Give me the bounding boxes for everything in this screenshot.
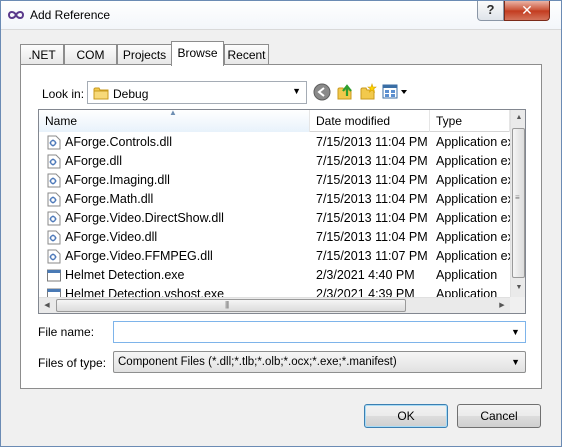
folder-icon: [93, 87, 109, 100]
file-list[interactable]: ▲ Name Date modified Type AForge.Control…: [38, 109, 526, 314]
view-menu-icon[interactable]: [382, 83, 410, 101]
horizontal-scrollbar[interactable]: ◀ ||| ▶: [39, 297, 510, 313]
column-header-type[interactable]: Type: [430, 110, 510, 132]
date-modified-cell: 7/15/2013 11:04 PM: [316, 211, 428, 225]
file-name-cell: AForge.Math.dll: [65, 192, 154, 206]
look-in-label: Look in:: [42, 87, 85, 101]
ok-button[interactable]: OK: [364, 404, 448, 428]
vertical-scrollbar[interactable]: ▲ ≡ ▼: [510, 110, 525, 297]
scroll-left-icon[interactable]: ◀: [39, 298, 55, 313]
type-cell: Application extension: [436, 211, 510, 225]
type-cell: Application: [436, 268, 498, 282]
file-name-input[interactable]: [113, 321, 526, 343]
file-name-cell: AForge.Video.FFMPEG.dll: [65, 249, 213, 263]
type-cell: Application extension: [436, 154, 510, 168]
files-of-type-select[interactable]: Component Files (*.dll;*.tlb;*.olb;*.ocx…: [113, 351, 526, 373]
tab-recent[interactable]: Recent: [224, 44, 269, 65]
list-item[interactable]: AForge.dll 7/15/2013 11:04 PM Application …: [39, 152, 510, 171]
column-header-name[interactable]: ▲ Name: [39, 110, 310, 132]
visual-studio-icon: [8, 11, 24, 19]
scroll-right-icon[interactable]: ▶: [494, 298, 510, 313]
chevron-down-icon[interactable]: ▼: [292, 86, 301, 96]
file-name-cell: AForge.dll: [65, 154, 122, 168]
dll-icon: [47, 154, 61, 169]
list-body: AForge.Controls.dll 7/15/2013 11:04 PM App…: [39, 133, 510, 298]
dll-icon: [47, 173, 61, 188]
file-name-cell: AForge.Video.dll: [65, 230, 158, 244]
scroll-up-icon[interactable]: ▲: [511, 110, 525, 126]
column-header-date-modified[interactable]: Date modified: [310, 110, 430, 132]
look-in-value: Debug: [113, 87, 149, 101]
date-modified-cell: 7/15/2013 11:04 PM: [316, 192, 428, 206]
horizontal-scroll-thumb[interactable]: |||: [56, 299, 406, 312]
file-name-cell: Helmet Detection.exe: [65, 268, 185, 282]
type-cell: Application extension: [436, 249, 510, 263]
look-in-combo[interactable]: Debug ▼: [87, 81, 307, 104]
date-modified-cell: 2/3/2021 4:40 PM: [316, 268, 415, 282]
date-modified-cell: 7/15/2013 11:04 PM: [316, 173, 428, 187]
sort-ascending-icon: ▲: [169, 110, 177, 117]
file-name-label: File name:: [38, 325, 95, 339]
date-modified-cell: 7/15/2013 11:04 PM: [316, 135, 428, 149]
date-modified-cell: 7/15/2013 11:07 PM: [316, 249, 428, 263]
list-item[interactable]: AForge.Video.FFMPEG.dll 7/15/2013 11:07 P…: [39, 247, 510, 266]
file-name-cell: AForge.Imaging.dll: [65, 173, 170, 187]
list-item[interactable]: AForge.Video.DirectShow.dll 7/15/2013 11:…: [39, 209, 510, 228]
dll-icon: [47, 135, 61, 150]
cancel-button[interactable]: Cancel: [457, 404, 541, 428]
file-name-cell: AForge.Controls.dll: [65, 135, 172, 149]
list-item[interactable]: Helmet Detection.exe 2/3/2021 4:40 PM Appl…: [39, 266, 510, 285]
back-icon[interactable]: [313, 83, 331, 101]
tab-projects[interactable]: Projects: [117, 44, 172, 65]
dll-icon: [47, 211, 61, 226]
type-cell: Application extension: [436, 135, 510, 149]
exe-icon: [47, 269, 61, 282]
files-of-type-label: Files of type:: [38, 356, 107, 370]
date-modified-cell: 7/15/2013 11:04 PM: [316, 154, 428, 168]
scroll-corner: [510, 297, 525, 313]
grip-icon: ≡: [515, 193, 520, 202]
dll-icon: [47, 230, 61, 245]
files-of-type-value: Component Files (*.dll;*.tlb;*.olb;*.ocx…: [118, 356, 397, 368]
list-header: ▲ Name Date modified Type: [39, 110, 510, 132]
close-button[interactable]: ✕: [504, 1, 550, 21]
grip-icon: |||: [225, 300, 229, 309]
type-cell: Application extension: [436, 192, 510, 206]
help-button[interactable]: ?: [477, 1, 504, 21]
list-item[interactable]: AForge.Video.dll 7/15/2013 11:04 PM Applic…: [39, 228, 510, 247]
up-folder-icon[interactable]: [336, 83, 354, 101]
dll-icon: [47, 192, 61, 207]
dll-icon: [47, 249, 61, 264]
vertical-scroll-thumb[interactable]: ≡: [512, 128, 525, 278]
file-name-cell: AForge.Video.DirectShow.dll: [65, 211, 224, 225]
list-item[interactable]: AForge.Controls.dll 7/15/2013 11:04 PM App…: [39, 133, 510, 152]
type-cell: Application extension: [436, 230, 510, 244]
add-reference-dialog: Add Reference ? ✕ .NET COM Projects Brow…: [0, 0, 562, 447]
title-bar[interactable]: Add Reference ? ✕: [1, 1, 561, 30]
date-modified-cell: 7/15/2013 11:04 PM: [316, 230, 428, 244]
scroll-down-icon[interactable]: ▼: [511, 280, 525, 296]
window-title: Add Reference: [30, 8, 111, 22]
new-folder-icon[interactable]: [359, 83, 377, 101]
tab-net[interactable]: .NET: [20, 44, 64, 65]
list-item[interactable]: AForge.Imaging.dll 7/15/2013 11:04 PM Appl…: [39, 171, 510, 190]
list-item[interactable]: AForge.Math.dll 7/15/2013 11:04 PM Applica…: [39, 190, 510, 209]
tab-browse[interactable]: Browse: [171, 41, 224, 66]
chevron-down-icon[interactable]: ▼: [511, 357, 520, 367]
type-cell: Application extension: [436, 173, 510, 187]
tab-com[interactable]: COM: [64, 44, 117, 65]
chevron-down-icon[interactable]: ▼: [511, 327, 520, 337]
